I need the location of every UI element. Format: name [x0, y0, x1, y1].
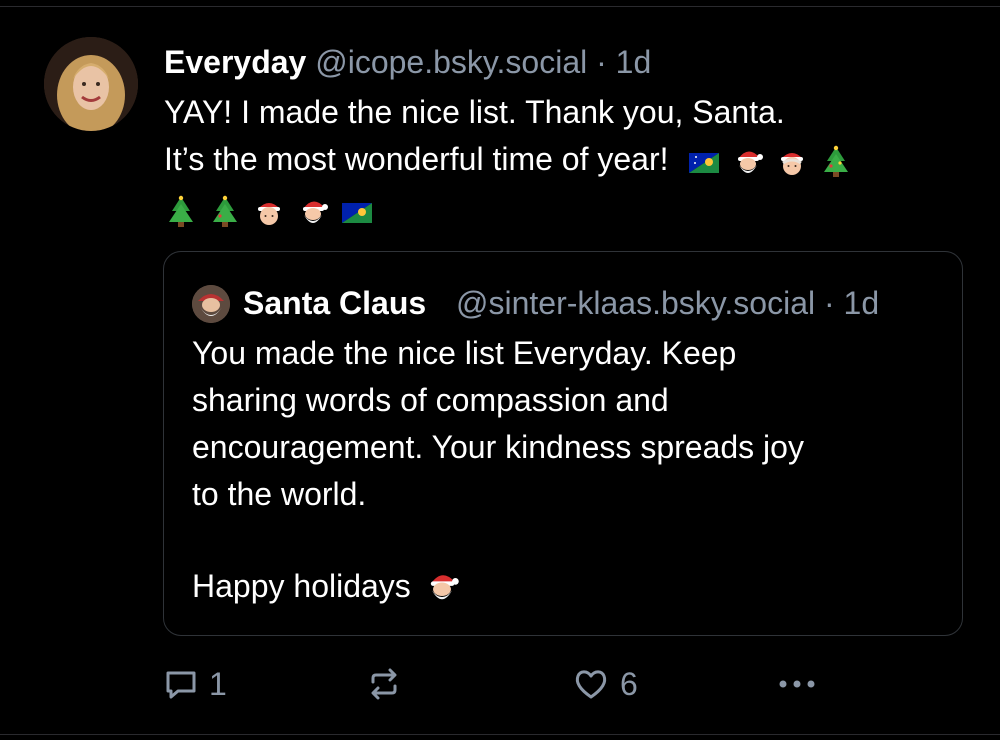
reply-button[interactable]: 1 — [163, 662, 227, 706]
quoted-text-line: You made the nice list Everyday. Keep — [192, 335, 737, 371]
quoted-text-line: to the world. — [192, 476, 367, 512]
mrs-claus-icon — [781, 152, 804, 175]
christmas-island-flag-icon — [689, 152, 720, 173]
quoted-greeting: Happy holidays — [192, 563, 461, 610]
santa-icon — [430, 574, 459, 599]
author-name[interactable]: Everyday — [164, 44, 306, 80]
christmas-island-flag-icon — [342, 202, 372, 223]
like-count: 6 — [620, 665, 638, 702]
like-button[interactable]: 6 — [572, 662, 638, 706]
quoted-greeting-text: Happy holidays — [192, 568, 411, 604]
quoted-author-name[interactable]: Santa Claus — [243, 281, 426, 325]
ellipsis-icon — [779, 680, 815, 688]
separator: · — [824, 285, 835, 321]
quoted-post-text: You made the nice list Everyday. Keep sh… — [192, 330, 932, 518]
quoted-text-line: sharing words of compassion and — [192, 382, 669, 418]
author-handle[interactable]: @icope.bsky.social — [315, 44, 587, 80]
post-header: Everyday @icope.bsky.social · 1d — [164, 40, 651, 84]
quoted-post-timestamp[interactable]: 1d — [844, 285, 880, 321]
more-options-button[interactable] — [775, 662, 819, 706]
author-avatar[interactable] — [44, 37, 138, 131]
quoted-author-avatar[interactable] — [192, 285, 230, 323]
bottom-divider — [0, 734, 1000, 735]
heart-icon — [575, 670, 607, 699]
christmas-tree-icon — [213, 195, 237, 227]
post-text-line-2: It’s the most wonderful time of year! — [164, 136, 964, 183]
post-text-line-2-text: It’s the most wonderful time of year! — [164, 141, 669, 177]
post-text-line-1: YAY! I made the nice list. Thank you, Sa… — [164, 94, 785, 130]
separator: · — [596, 44, 607, 80]
mrs-claus-icon — [258, 202, 280, 225]
santa-icon — [738, 151, 764, 173]
repost-icon — [371, 668, 397, 700]
repost-button[interactable] — [365, 662, 403, 706]
quoted-author-handle[interactable]: @sinter-klaas.bsky.social — [456, 285, 815, 321]
quoted-author-meta: @sinter-klaas.bsky.social · 1d — [456, 281, 879, 325]
post-emojis-line-2 — [687, 145, 853, 179]
quoted-text-line: encouragement. Your kindness spreads joy — [192, 429, 804, 465]
reply-icon — [166, 671, 196, 699]
post-timestamp[interactable]: 1d — [616, 44, 652, 80]
santa-icon — [303, 201, 328, 223]
christmas-tree-icon — [169, 195, 193, 227]
post-emojis-line-3 — [164, 195, 374, 229]
reply-count: 1 — [209, 665, 227, 702]
post-text: YAY! I made the nice list. Thank you, Sa… — [164, 89, 964, 230]
top-divider — [0, 6, 1000, 7]
christmas-tree-icon — [824, 145, 849, 177]
